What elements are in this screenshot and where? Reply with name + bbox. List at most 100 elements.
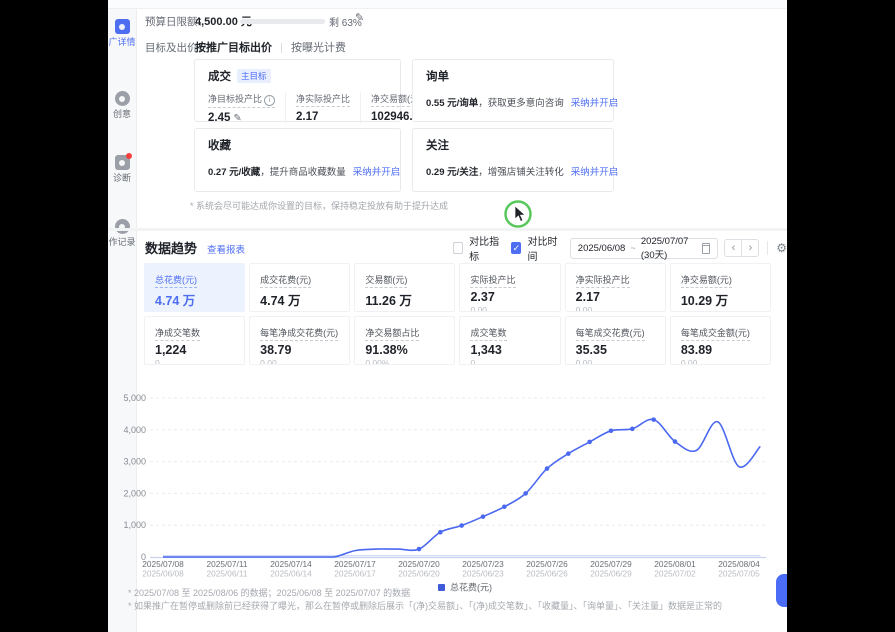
data-point[interactable] <box>438 530 443 535</box>
sidebar-item-label: 诊断 <box>108 173 136 183</box>
goal-metrics: 净目标投产比i2.45✎净实际投产比2.17净交易额(元)102946.60 <box>208 92 387 124</box>
info-icon[interactable]: i <box>264 95 275 106</box>
tile-value: 83.89 <box>681 343 760 357</box>
goal-card-3: 收藏 0.27 元/收藏，提升商品收藏数量采纳并开启 <box>194 128 401 192</box>
goal-card-title: 询单 <box>426 68 449 84</box>
x-tick-secondary: 2025/06/11 <box>207 569 248 579</box>
data-point[interactable] <box>587 440 592 445</box>
x-tick-secondary: 2025/07/02 <box>654 569 696 579</box>
data-point[interactable] <box>523 491 528 496</box>
prev-period-button[interactable]: ‹ <box>724 239 742 257</box>
metric-tile-8[interactable]: 每笔净成交花费(元)38.790.00 <box>249 316 350 365</box>
edge-drawer-handle[interactable] <box>776 574 787 607</box>
x-tick-primary: 2025/08/01 <box>654 559 696 569</box>
goal-card-price: 0.55 元/询单 <box>426 98 478 109</box>
budget-edit-pencil-icon[interactable]: ✎ <box>355 11 364 24</box>
goal-card-desc-text: ，获取更多意向咨询 <box>478 98 564 109</box>
x-tick-primary: 2025/07/14 <box>270 559 312 569</box>
next-period-button[interactable]: › <box>741 239 759 257</box>
goal-card-desc: 0.27 元/收藏，提升商品收藏数量采纳并开启 <box>208 164 387 178</box>
sidebar-item-3[interactable]: 诊断 <box>108 155 136 183</box>
metric-value: 2.45✎ <box>208 112 275 124</box>
series-line-current <box>163 419 760 557</box>
compare-time-checkbox[interactable]: ✓ <box>511 242 521 254</box>
x-tick-secondary: 2025/06/20 <box>398 569 440 579</box>
y-tick-label: 4,000 <box>123 425 146 435</box>
x-tick-secondary: 2025/06/23 <box>462 569 504 579</box>
metric-tile-9[interactable]: 净交易额占比91.38%0.00% <box>354 316 455 365</box>
data-point[interactable] <box>609 428 614 433</box>
metric-tile-12[interactable]: 每笔成交金额(元)83.890.00 <box>670 316 771 365</box>
metric-tile-10[interactable]: 成交笔数1,3430 <box>459 316 560 365</box>
tile-label: 成交花费(元) <box>260 273 311 288</box>
data-point[interactable] <box>673 439 678 444</box>
metric-tiles: 总花费(元)4.74 万0.00成交花费(元)4.74 万0.00交易额(元)1… <box>144 263 771 365</box>
x-tick-primary: 2025/07/20 <box>398 559 440 569</box>
metric-tile-2[interactable]: 成交花费(元)4.74 万0.00 <box>249 263 350 312</box>
metric-tile-3[interactable]: 交易额(元)11.26 万0.00 <box>354 263 455 312</box>
goal-card-title: 关注 <box>426 137 449 153</box>
date-range-picker[interactable]: 2025/06/08 ~ 2025/07/07 (30天) <box>570 238 719 259</box>
diagnosis-icon <box>115 155 130 170</box>
desktop: { "sidebar": { "items": [ {"label": "广详情… <box>0 0 895 632</box>
x-tick-secondary: 2025/07/05 <box>718 569 760 579</box>
metric-label: 净实际投产比 <box>296 92 350 107</box>
tile-label: 净成交笔数 <box>155 326 200 341</box>
x-tick-secondary: 2025/06/26 <box>526 569 568 579</box>
tab-bid-by-goal[interactable]: 按推广目标出价 <box>195 42 272 54</box>
tab-bid-by-impression[interactable]: 按曝光计费 <box>291 42 346 54</box>
goal-card-2: 询单0.55 元/询单，获取更多意向咨询采纳并开启 <box>412 59 614 122</box>
goal-card-title: 收藏 <box>208 137 231 153</box>
controls-divider <box>767 241 768 255</box>
sidebar-item-1[interactable]: 广详情 <box>108 19 136 47</box>
sidebar-item-label: 创意 <box>108 109 136 119</box>
data-point[interactable] <box>481 514 486 519</box>
data-point[interactable] <box>566 451 571 456</box>
metric-tile-6[interactable]: 净交易额(元)10.29 万0.00 <box>670 263 771 312</box>
goal-metric: 净目标投产比i 2.45✎ <box>208 92 285 124</box>
tile-value: 11.26 万 <box>365 290 444 309</box>
data-point[interactable] <box>651 417 656 422</box>
metric-tile-1[interactable]: 总花费(元)4.74 万0.00 <box>144 263 245 312</box>
tile-label: 净实际投产比 <box>576 273 630 288</box>
compare-time-label[interactable]: 对比时间 <box>527 233 559 263</box>
spend-trend-chart[interactable]: 01,0002,0003,0004,0005,0002025/07/082025… <box>108 385 787 597</box>
metric-tile-11[interactable]: 每笔成交花费(元)35.350.00 <box>565 316 666 365</box>
x-tick-primary: 2025/07/08 <box>142 559 184 569</box>
sidebar-item-2[interactable]: 创意 <box>108 91 136 119</box>
edit-pencil-icon[interactable]: ✎ <box>233 113 241 124</box>
metric-value: 2.17 <box>296 111 350 123</box>
data-point[interactable] <box>459 523 464 528</box>
history-icon <box>115 219 130 234</box>
icon-glyph <box>119 96 125 102</box>
x-tick-primary: 2025/07/29 <box>590 559 632 569</box>
metric-label: 净目标投产比i <box>208 92 275 108</box>
tile-label: 每笔净成交花费(元) <box>260 326 338 341</box>
gear-icon[interactable]: ⚙ <box>776 241 787 255</box>
goal-card-desc: 0.29 元/关注，增强店铺关注转化采纳并开启 <box>426 164 600 178</box>
data-point[interactable] <box>545 466 550 471</box>
section-divider <box>108 228 787 231</box>
metric-tile-7[interactable]: 净成交笔数1,2240 <box>144 316 245 365</box>
data-point[interactable] <box>417 547 422 552</box>
metric-tile-4[interactable]: 实际投产比2.370.00 <box>459 263 560 312</box>
adopt-and-enable-link[interactable]: 采纳并开启 <box>571 167 619 178</box>
goal-card-title: 成交 <box>208 68 231 84</box>
tile-label: 每笔成交金额(元) <box>681 326 750 341</box>
compare-metric-label[interactable]: 对比指标 <box>469 233 501 263</box>
tile-value: 91.38% <box>365 343 444 357</box>
sidebar-item-4[interactable]: 作记录 <box>108 219 136 247</box>
y-tick-label: 5,000 <box>123 393 146 403</box>
goal-cards-note: * 系统会尽可能达成你设置的目标，保持稳定投放有助于提升达成 <box>190 199 448 212</box>
date-end: 2025/07/07 (30天) <box>641 236 692 261</box>
data-point[interactable] <box>630 427 635 432</box>
tile-value: 35.35 <box>576 343 655 357</box>
goal-card-desc-text: ，增强店铺关注转化 <box>478 167 564 178</box>
metric-tile-5[interactable]: 净实际投产比2.170.00 <box>565 263 666 312</box>
data-point[interactable] <box>502 504 507 509</box>
compare-metric-checkbox[interactable] <box>453 242 463 254</box>
view-report-link[interactable]: 查看报表 <box>207 242 245 256</box>
adopt-and-enable-link[interactable]: 采纳并开启 <box>571 98 619 109</box>
date-separator: ~ <box>630 243 636 254</box>
adopt-and-enable-link[interactable]: 采纳并开启 <box>353 167 401 178</box>
